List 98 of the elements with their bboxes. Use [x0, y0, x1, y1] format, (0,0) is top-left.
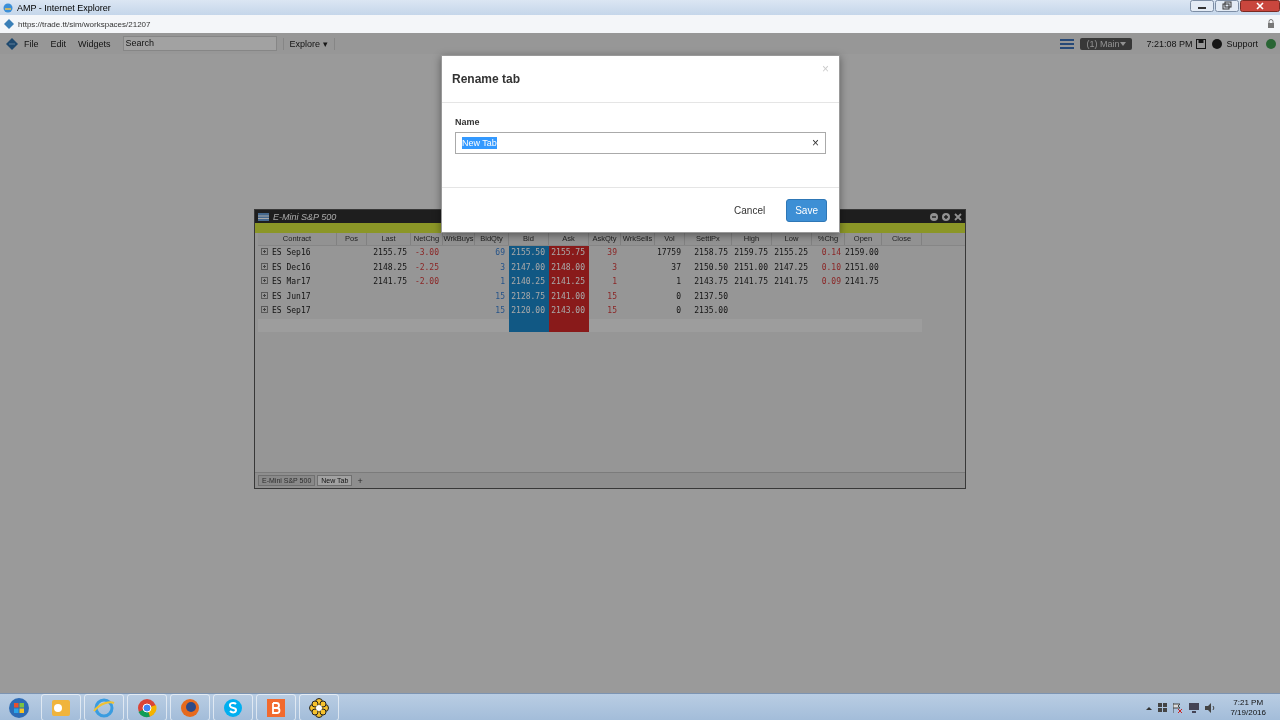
table-cell: 2141.25: [549, 275, 589, 290]
table-cell: 2140.25: [509, 275, 549, 290]
list-icon[interactable]: [1060, 37, 1075, 50]
table-cell-text: 2141.75: [773, 276, 809, 288]
menu-item[interactable]: File: [18, 38, 45, 49]
table-cell-text: 15: [606, 305, 618, 317]
table-cell-text: 15: [494, 290, 506, 303]
save-icon[interactable]: [1196, 38, 1207, 49]
widget-title: E-Mini S&P 500: [273, 211, 337, 222]
chrome-icon[interactable]: [136, 696, 158, 719]
table-cell-text: 2159.75: [733, 247, 769, 259]
table-cell-text: 15: [494, 305, 506, 317]
table-cell-text: -2.00: [413, 276, 440, 288]
table-cell-text: 37: [670, 261, 682, 274]
menu-item[interactable]: Edit: [44, 38, 73, 49]
table-cell: 2143.00: [549, 304, 589, 319]
table-cell-text: 0.09: [820, 276, 842, 288]
table-cell-text: 0.10: [820, 261, 842, 274]
table-cell-text: 2141.75: [733, 276, 769, 288]
date-text: 7/19/2016: [1230, 707, 1266, 718]
table-cell-text: 2155.25: [773, 247, 809, 259]
table-cell-text: 0: [675, 305, 682, 317]
table-cell-text: 3: [611, 261, 618, 274]
contract-name: ES Sep16: [272, 248, 312, 257]
app-logo-icon: [6, 37, 18, 50]
network-icon[interactable]: [1189, 702, 1200, 713]
table-cell-text: 2151.00: [733, 261, 769, 274]
expand-icon[interactable]: [261, 262, 268, 270]
tray-arrow-icon[interactable]: [1146, 704, 1153, 711]
search-field[interactable]: Search: [122, 36, 277, 51]
table-cell-text: -2.25: [413, 261, 440, 274]
table-cell: 2155.50: [509, 246, 549, 261]
workspace-dropdown[interactable]: (1) Main: [1080, 37, 1133, 50]
site-icon: [4, 19, 14, 29]
clock-text: 7:21:08 PM: [1145, 38, 1194, 49]
flower-icon[interactable]: [308, 696, 330, 719]
table-cell-text: 3: [499, 261, 506, 274]
dialog-title: Rename tab: [452, 72, 522, 86]
close-button[interactable]: [1240, 0, 1280, 12]
table-cell-text: 0: [675, 290, 682, 303]
expand-icon[interactable]: [261, 248, 268, 255]
table-cell-text: -3.00: [413, 247, 440, 259]
table-cell-text: 39: [606, 247, 618, 259]
caret-icon: [1120, 41, 1127, 46]
save-button[interactable]: Save: [786, 198, 827, 222]
flag-icon[interactable]: [1173, 702, 1184, 713]
table-cell-text: 1: [611, 276, 618, 288]
add-icon[interactable]: [942, 212, 950, 221]
table-cell-text: 0.14: [820, 247, 842, 259]
table-cell-text: 2158.75: [693, 247, 729, 259]
table-cell: 2155.75: [549, 246, 589, 261]
table-cell-text: 2151.00: [845, 261, 880, 274]
minimize-button[interactable]: [1190, 0, 1214, 12]
lock-icon: [1267, 19, 1275, 29]
table-cell-text: 2150.50: [693, 261, 729, 274]
table-cell: 2120.00: [509, 304, 549, 319]
explore-button[interactable]: Explore ▾: [282, 37, 335, 50]
status-dot: [1266, 38, 1276, 49]
table-cell-text: 1: [499, 276, 506, 288]
support-link[interactable]: Support: [1222, 38, 1262, 49]
window-title: AMP - Internet Explorer: [17, 2, 111, 13]
expand-icon[interactable]: [261, 291, 268, 299]
table-cell-text: 1: [675, 276, 682, 288]
table-cell-text: 2159.00: [845, 247, 880, 259]
table-cell-text: 15: [606, 290, 618, 303]
time-text: 7:21 PM: [1232, 697, 1265, 708]
firefox-icon[interactable]: [179, 696, 201, 719]
contract-name: ES Mar17: [272, 277, 312, 286]
ie-logo-icon: [3, 2, 13, 13]
grid-icon[interactable]: [1158, 703, 1168, 712]
speaker-icon[interactable]: [1205, 702, 1216, 713]
start-button[interactable]: [8, 696, 30, 719]
table-cell-text: 2155.75: [372, 247, 408, 259]
name-field[interactable]: New Tab ×: [455, 132, 826, 154]
field-label: Name: [455, 117, 481, 127]
close-icon[interactable]: [954, 212, 962, 221]
expand-icon[interactable]: [261, 306, 268, 313]
minimize-icon[interactable]: [930, 212, 938, 221]
restore-button[interactable]: [1215, 0, 1239, 12]
expand-icon[interactable]: [261, 277, 268, 284]
contract-name: ES Jun17: [272, 291, 312, 301]
table-cell-text: 69: [494, 247, 506, 259]
b-square-icon[interactable]: [265, 696, 287, 719]
table-cell-text: 2143.75: [693, 276, 729, 288]
table-cell-text: 2141.75: [372, 276, 408, 288]
table-cell-text: 2141.75: [845, 276, 880, 288]
table-cell-text: 2135.00: [693, 305, 729, 317]
widget-menu-icon[interactable]: [258, 212, 269, 221]
table-cell-text: 2148.25: [372, 261, 408, 274]
contract-name: ES Sep17: [272, 306, 312, 315]
table-cell-text: 17759: [655, 247, 682, 259]
clear-button[interactable]: ×: [812, 136, 819, 150]
contract-name: ES Dec16: [272, 262, 312, 272]
menu-item[interactable]: Widgets: [72, 38, 117, 49]
table-cell-text: 2147.25: [773, 261, 809, 274]
selected-text[interactable]: New Tab: [462, 137, 497, 149]
add-tab-button[interactable]: +: [354, 475, 366, 486]
table-cell-text: 2137.50: [693, 290, 729, 303]
